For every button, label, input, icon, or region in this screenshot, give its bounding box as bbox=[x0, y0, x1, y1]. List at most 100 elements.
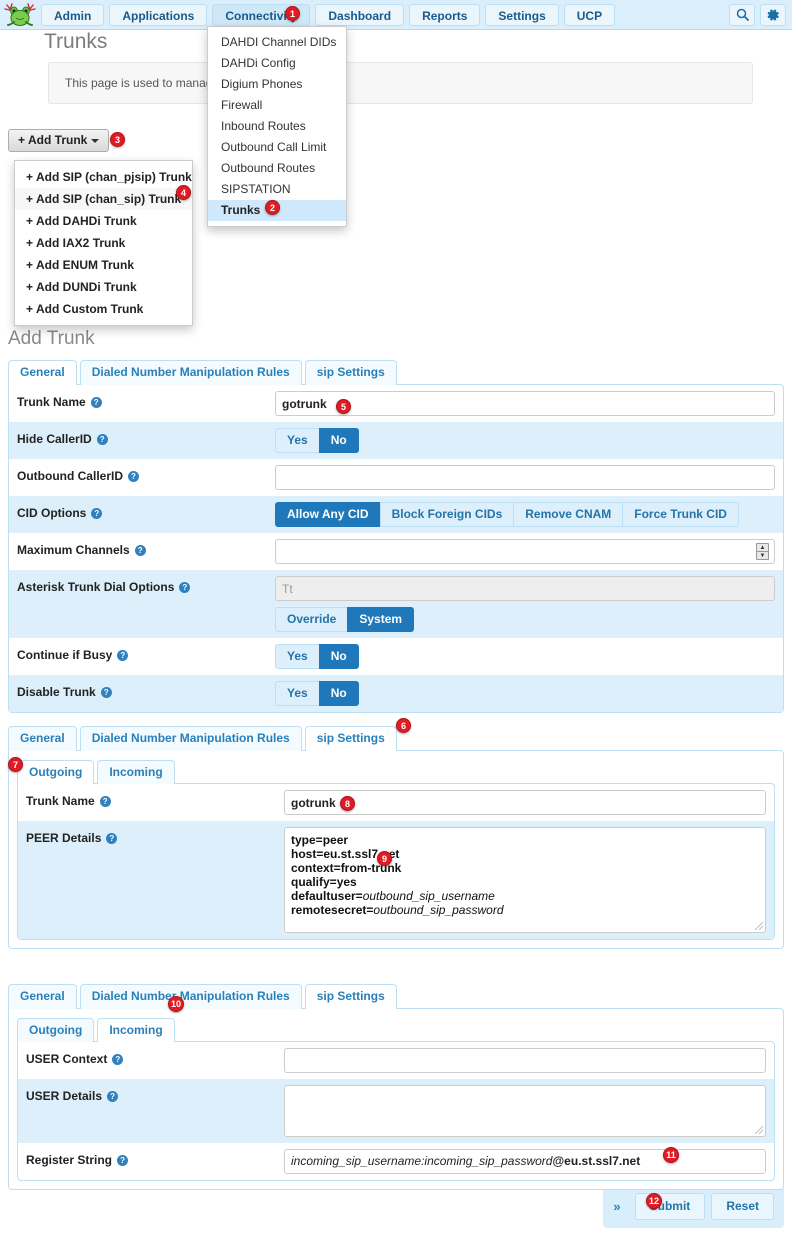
menu-item-add-dahdi-trunk[interactable]: + Add DAHDi Trunk bbox=[15, 210, 192, 232]
disable-trunk-no[interactable]: No bbox=[318, 681, 359, 706]
submit-button[interactable]: Submit bbox=[634, 1193, 706, 1220]
nav-item-admin[interactable]: Admin bbox=[41, 3, 105, 26]
subtab-outgoing-2[interactable]: Outgoing bbox=[17, 1018, 95, 1042]
help-icon[interactable]: ? bbox=[99, 796, 111, 807]
maximum-channels-input[interactable] bbox=[275, 539, 775, 564]
label-hide-callerid: Hide CallerID? bbox=[17, 428, 275, 446]
dial-options-override[interactable]: Override bbox=[275, 607, 349, 632]
hide-callerid-no[interactable]: No bbox=[318, 428, 359, 453]
nav-item-reports[interactable]: Reports bbox=[409, 3, 481, 26]
add-trunk-button[interactable]: + Add Trunk bbox=[8, 129, 110, 152]
hide-callerid-yes[interactable]: Yes bbox=[275, 428, 320, 453]
add-trunk-dropdown-menu: + Add SIP (chan_pjsip) Trunk + Add SIP (ch… bbox=[14, 160, 193, 326]
peer-details-textarea[interactable]: type=peer host=eu.st.ssl7.net context=fr… bbox=[284, 827, 766, 933]
continue-if-busy-no[interactable]: No bbox=[318, 644, 359, 669]
tab-sip-settings-2[interactable]: sip Settings bbox=[304, 726, 397, 752]
tab-general-3[interactable]: General bbox=[8, 984, 77, 1009]
outbound-callerid-input[interactable] bbox=[275, 465, 775, 490]
freepbx-logo[interactable] bbox=[3, 2, 37, 28]
maximum-channels-stepper[interactable]: ▲ ▼ bbox=[756, 543, 769, 560]
nav-item-ucp[interactable]: UCP bbox=[563, 3, 616, 26]
double-chevron-icon: » bbox=[613, 1199, 621, 1214]
menu-item-add-dundi-trunk[interactable]: + Add DUNDi Trunk bbox=[15, 276, 192, 298]
menu-item-add-sip-chansip-trunk[interactable]: + Add SIP (chan_sip) Trunk bbox=[15, 188, 192, 210]
stepper-down-icon[interactable]: ▼ bbox=[757, 552, 768, 559]
menu-item-digium-phones[interactable]: Digium Phones bbox=[208, 74, 346, 95]
nav-item-settings[interactable]: Settings bbox=[485, 3, 559, 26]
help-icon[interactable]: ? bbox=[100, 687, 112, 698]
tab-general-2[interactable]: General bbox=[8, 726, 77, 751]
resize-grip-icon[interactable] bbox=[755, 922, 763, 930]
menu-item-label: Outbound Call Limit bbox=[221, 140, 327, 154]
cid-option-allow-any-cid[interactable]: Allow Any CID bbox=[275, 502, 381, 527]
user-details-textarea[interactable] bbox=[284, 1085, 766, 1137]
step-badge-5: 5 bbox=[336, 399, 351, 414]
tab-label: Dialed Number Manipulation Rules bbox=[91, 989, 290, 1003]
page-info-box: This page is used to manag bbox=[48, 62, 753, 104]
plus-icon: + bbox=[26, 214, 34, 228]
help-icon[interactable]: ? bbox=[117, 650, 129, 661]
peer-line: remotesecret=outbound_sip_password bbox=[291, 903, 504, 917]
resize-grip-icon[interactable] bbox=[755, 1126, 763, 1134]
help-icon[interactable]: ? bbox=[91, 508, 103, 519]
menu-item-add-iax2-trunk[interactable]: + Add IAX2 Trunk bbox=[15, 232, 192, 254]
tab-sip-settings-3[interactable]: sip Settings bbox=[304, 984, 397, 1010]
menu-item-sipstation[interactable]: SIPSTATION bbox=[208, 179, 346, 200]
menu-item-label: SIPSTATION bbox=[221, 182, 291, 196]
help-icon[interactable]: ? bbox=[112, 1054, 124, 1065]
menu-item-label: Inbound Routes bbox=[221, 119, 306, 133]
nav-item-dashboard[interactable]: Dashboard bbox=[315, 3, 405, 26]
help-icon[interactable]: ? bbox=[179, 582, 191, 593]
help-icon[interactable]: ? bbox=[117, 1155, 129, 1166]
continue-if-busy-yes[interactable]: Yes bbox=[275, 644, 320, 669]
reset-button[interactable]: Reset bbox=[711, 1193, 774, 1220]
menu-item-dahdi-config[interactable]: DAHDi Config bbox=[208, 53, 346, 74]
cid-option-force-trunk-cid[interactable]: Force Trunk CID bbox=[622, 502, 739, 527]
asterisk-dial-options-input[interactable] bbox=[275, 576, 775, 601]
outgoing-trunk-name-input[interactable] bbox=[284, 790, 766, 815]
peer-line: type=peer bbox=[291, 833, 349, 847]
disable-trunk-toggle-group: Yes No bbox=[275, 681, 359, 706]
menu-item-label: Add SIP (chan_sip) Trunk bbox=[36, 192, 182, 206]
disable-trunk-yes[interactable]: Yes bbox=[275, 681, 320, 706]
help-icon[interactable]: ? bbox=[96, 434, 108, 445]
row-register-string: Register String? incoming_sip_username:i… bbox=[18, 1143, 774, 1180]
peer-line: defaultuser=outbound_sip_username bbox=[291, 889, 495, 903]
menu-item-add-enum-trunk[interactable]: + Add ENUM Trunk bbox=[15, 254, 192, 276]
help-icon[interactable]: ? bbox=[106, 833, 118, 844]
subtab-incoming-2[interactable]: Incoming bbox=[97, 1018, 175, 1043]
search-button[interactable] bbox=[729, 3, 755, 26]
menu-item-add-sip-pjsip-trunk[interactable]: + Add SIP (chan_pjsip) Trunk bbox=[15, 166, 192, 188]
settings-gear-button[interactable] bbox=[760, 3, 786, 26]
tab-dialed-number-manipulation-rules-3[interactable]: Dialed Number Manipulation Rules bbox=[79, 984, 302, 1009]
cid-option-remove-cnam[interactable]: Remove CNAM bbox=[513, 502, 624, 527]
cid-option-block-foreign-cids[interactable]: Block Foreign CIDs bbox=[379, 502, 515, 527]
menu-item-label: Digium Phones bbox=[221, 77, 303, 91]
tab-dialed-number-manipulation-rules[interactable]: Dialed Number Manipulation Rules bbox=[79, 360, 302, 385]
page-title: Trunks bbox=[44, 30, 108, 53]
help-icon[interactable]: ? bbox=[107, 1091, 119, 1102]
help-icon[interactable]: ? bbox=[90, 397, 102, 408]
label-user-details: USER Details? bbox=[26, 1085, 284, 1103]
register-string-input[interactable]: incoming_sip_username:incoming_sip_passw… bbox=[284, 1149, 766, 1174]
menu-item-firewall[interactable]: Firewall bbox=[208, 95, 346, 116]
dial-options-mode-group: Override System bbox=[275, 607, 415, 632]
user-context-input[interactable] bbox=[284, 1048, 766, 1073]
menu-item-dahdi-channel-dids[interactable]: DAHDI Channel DIDs bbox=[208, 32, 346, 53]
tab-dialed-number-manipulation-rules-2[interactable]: Dialed Number Manipulation Rules bbox=[79, 726, 302, 751]
chevron-down-icon bbox=[91, 138, 100, 143]
general-tablist: General Dialed Number Manipulation Rules… bbox=[8, 359, 784, 386]
help-icon[interactable]: ? bbox=[134, 545, 146, 556]
subtab-incoming[interactable]: Incoming bbox=[97, 760, 175, 784]
nav-item-applications[interactable]: Applications bbox=[109, 3, 208, 26]
dial-options-system[interactable]: System bbox=[347, 607, 415, 632]
tab-general[interactable]: General bbox=[8, 360, 77, 386]
menu-item-outbound-call-limit[interactable]: Outbound Call Limit bbox=[208, 137, 346, 158]
menu-item-add-custom-trunk[interactable]: + Add Custom Trunk bbox=[15, 298, 192, 320]
subtab-outgoing[interactable]: Outgoing bbox=[17, 760, 95, 785]
help-icon[interactable]: ? bbox=[128, 471, 139, 482]
menu-item-outbound-routes[interactable]: Outbound Routes bbox=[208, 158, 346, 179]
menu-item-inbound-routes[interactable]: Inbound Routes bbox=[208, 116, 346, 137]
tab-sip-settings[interactable]: sip Settings bbox=[304, 360, 397, 385]
stepper-up-icon[interactable]: ▲ bbox=[757, 544, 768, 552]
